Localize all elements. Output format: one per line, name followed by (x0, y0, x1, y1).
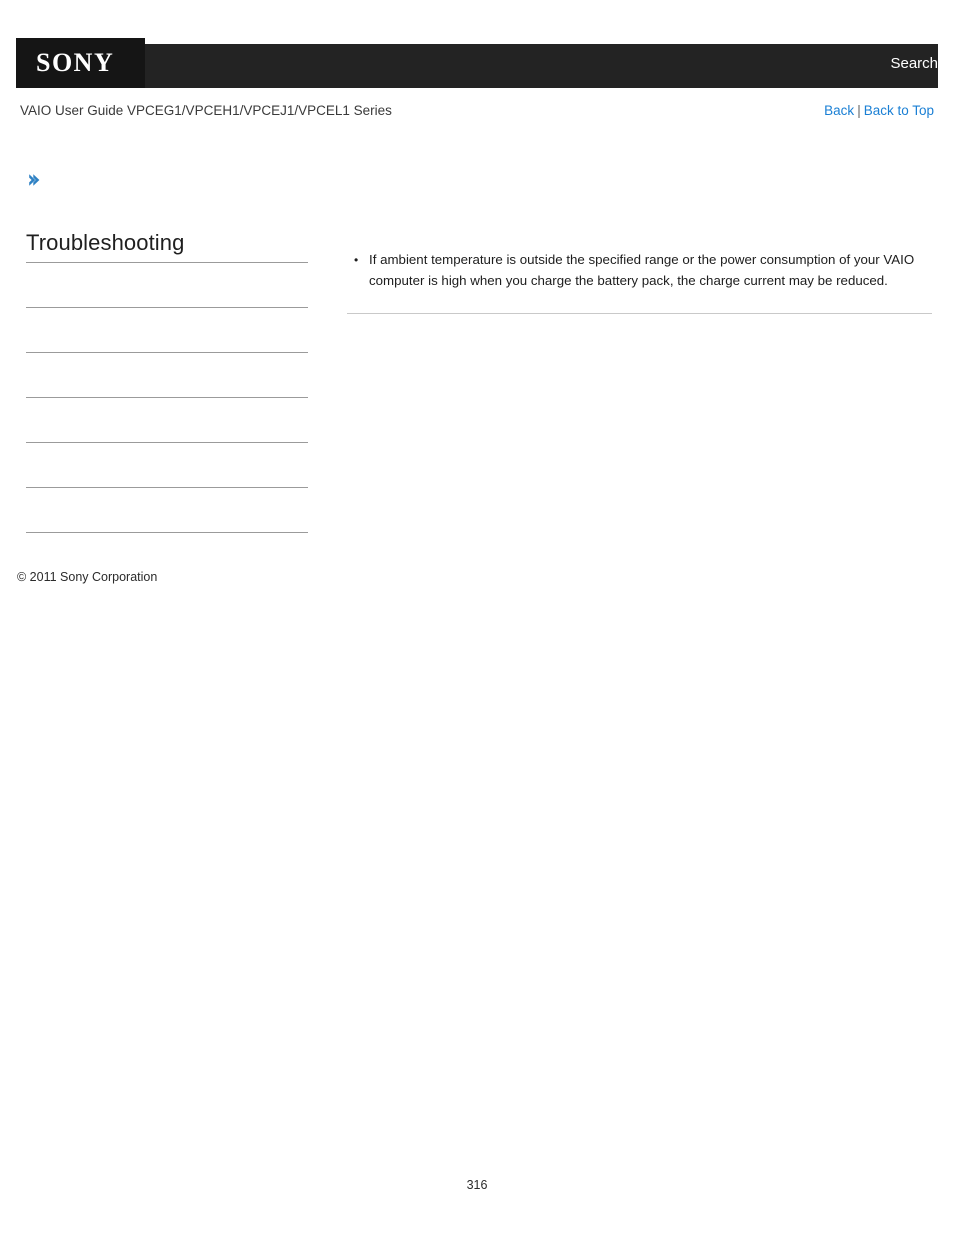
page-number: 316 (466, 1178, 488, 1192)
content-divider (347, 313, 932, 314)
sidebar-item[interactable] (26, 487, 308, 532)
bullet-list: If ambient temperature is outside the sp… (347, 250, 932, 291)
main-content: If ambient temperature is outside the sp… (347, 250, 932, 322)
guide-title: VAIO User Guide VPCEG1/VPCEH1/VPCEJ1/VPC… (20, 103, 392, 118)
back-link[interactable]: Back (824, 103, 854, 118)
sidebar-item[interactable] (26, 307, 308, 352)
sidebar-heading: Troubleshooting (26, 230, 185, 255)
top-header-bar (16, 44, 938, 88)
sidebar-item[interactable] (26, 397, 308, 442)
sidebar: Troubleshooting (26, 228, 308, 577)
back-to-top-link[interactable]: Back to Top (864, 103, 934, 118)
sidebar-item[interactable] (26, 442, 308, 487)
breadcrumb[interactable] (26, 172, 926, 196)
chevron-right-icon[interactable] (26, 172, 42, 188)
header-nav-links: Back | Back to Top (824, 103, 934, 119)
nav-separator: | (857, 103, 861, 118)
sony-logo[interactable]: SONY (36, 49, 114, 77)
list-item: If ambient temperature is outside the sp… (354, 250, 932, 291)
sidebar-item[interactable] (26, 262, 308, 307)
copyright-notice: © 2011 Sony Corporation (17, 570, 158, 584)
search-link[interactable]: Search (890, 55, 938, 73)
sidebar-item[interactable] (26, 352, 308, 397)
